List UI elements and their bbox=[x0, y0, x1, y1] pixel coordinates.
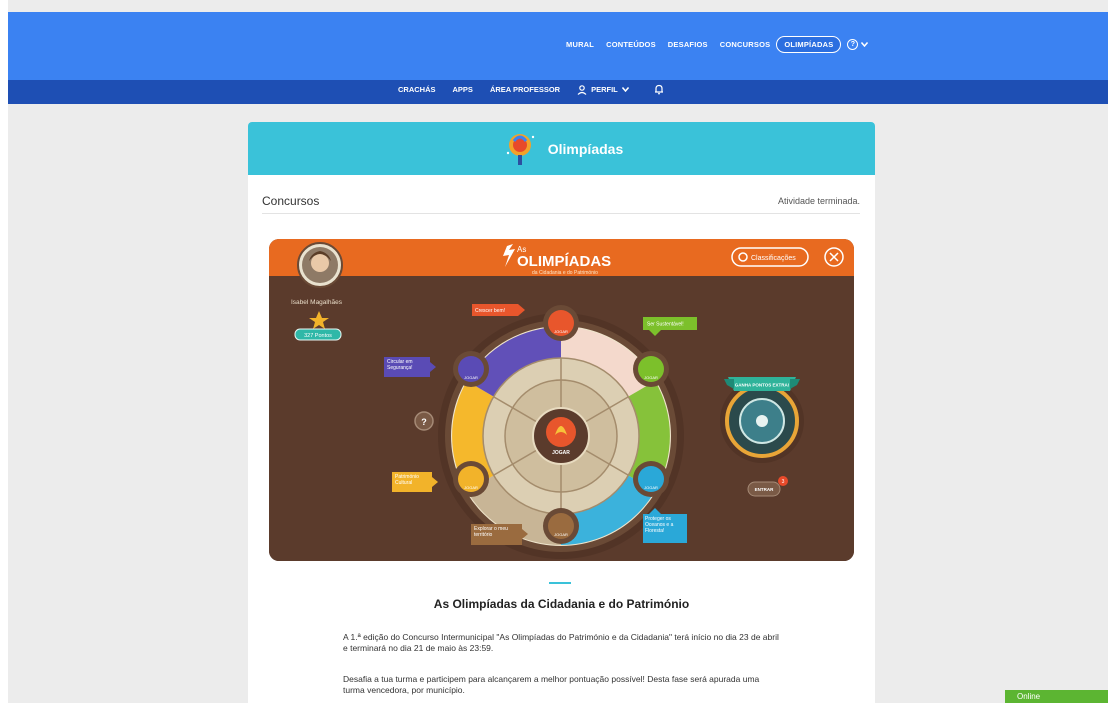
category-tag-crescer: Crescer bem! bbox=[472, 304, 525, 316]
main-nav: MURAL CONTEÚDOS DESAFIOS CONCURSOS OLIMP… bbox=[560, 36, 869, 53]
user-name: Isabel Magalhães bbox=[291, 299, 343, 306]
category-node-crescer[interactable]: JOGAR bbox=[543, 305, 579, 341]
category-tag-sustentavel: Ser Sustentável! bbox=[643, 317, 697, 336]
center-play-label[interactable]: JOGAR bbox=[552, 450, 570, 456]
section-header: Concursos Atividade terminada. bbox=[262, 188, 860, 214]
tag-label: Circular em Segurança! bbox=[387, 359, 413, 371]
article-paragraph-2: Desafia a tua turma e participem para al… bbox=[343, 674, 760, 695]
right-margin bbox=[1108, 0, 1116, 703]
card-title: Olimpíadas bbox=[547, 140, 624, 157]
play-label: JOGAR bbox=[554, 532, 568, 537]
category-tag-patrimonio: Património Cultural bbox=[392, 472, 438, 492]
nav-item-olimpiadas[interactable]: OLIMPÍADAS bbox=[776, 36, 842, 53]
subnav-item-crachas[interactable]: CRACHÁS bbox=[398, 85, 453, 94]
tag-label: Ser Sustentável! bbox=[647, 322, 684, 328]
avatar bbox=[297, 242, 343, 288]
article-paragraph-1: A 1.ª edição do Concurso Intermunicipal … bbox=[343, 632, 779, 653]
category-node-circular[interactable]: JOGAR bbox=[453, 351, 489, 387]
game-logo: As OLIMPÍADAS da Cidadania e do Patrimón… bbox=[503, 244, 611, 276]
card-header: Olimpíadas bbox=[248, 122, 875, 175]
game-help-button[interactable]: ? bbox=[414, 411, 434, 431]
close-icon bbox=[829, 252, 839, 262]
section-title: Concursos bbox=[262, 193, 320, 208]
top-navigation-bar bbox=[8, 12, 1108, 80]
logo-title: OLIMPÍADAS bbox=[517, 253, 611, 270]
olympiads-card: Olimpíadas Concursos Atividade terminada… bbox=[248, 122, 875, 703]
category-node-oceanos[interactable]: JOGAR bbox=[633, 461, 669, 497]
nav-item-mural[interactable]: MURAL bbox=[560, 40, 600, 49]
section-divider bbox=[549, 582, 571, 584]
tag-label: Património Cultural bbox=[395, 474, 419, 486]
question-circle-icon: ? bbox=[847, 39, 859, 50]
tag-label: Crescer bem! bbox=[475, 308, 505, 314]
rankings-label: Classificações bbox=[751, 255, 796, 262]
game-illustration: As OLIMPÍADAS da Cidadania e do Patrimón… bbox=[291, 242, 844, 559]
medal-icon bbox=[738, 252, 748, 262]
category-node-patrimonio[interactable]: JOGAR bbox=[453, 461, 489, 497]
subnav-item-area-professor[interactable]: ÁREA PROFESSOR bbox=[490, 85, 577, 94]
rankings-button[interactable]: Classificações bbox=[731, 247, 809, 267]
play-label: JOGAR bbox=[644, 375, 658, 380]
close-game-button[interactable] bbox=[824, 247, 844, 267]
tag-label: Proteger os Oceanos e a Floresta! bbox=[645, 516, 674, 534]
extra-points-wheel bbox=[720, 377, 804, 463]
play-label: JOGAR bbox=[464, 375, 478, 380]
user-icon bbox=[577, 84, 587, 95]
play-label: JOGAR bbox=[554, 329, 568, 334]
chevron-down-icon bbox=[621, 87, 629, 92]
points-label: 327 Pontos bbox=[304, 333, 332, 339]
nav-item-desafios[interactable]: DESAFIOS bbox=[662, 40, 714, 49]
chevron-down-icon bbox=[861, 42, 869, 47]
play-label: JOGAR bbox=[464, 485, 478, 490]
enter-label: ENTRAR bbox=[755, 487, 774, 492]
notifications-button[interactable] bbox=[646, 84, 681, 95]
nav-item-conteudos[interactable]: CONTEÚDOS bbox=[600, 40, 662, 49]
play-label: JOGAR bbox=[644, 485, 658, 490]
help-mark: ? bbox=[421, 417, 427, 427]
online-chat-button[interactable]: Online bbox=[1005, 690, 1108, 703]
star-icon bbox=[309, 311, 329, 329]
logo-subtitle: da Cidadania e do Património bbox=[532, 270, 598, 276]
left-margin bbox=[0, 0, 8, 703]
game-panel: As OLIMPÍADAS da Cidadania e do Patrimón… bbox=[269, 239, 854, 561]
help-menu[interactable]: ? bbox=[847, 39, 869, 50]
bell-icon bbox=[654, 84, 663, 95]
category-tag-territorio: Explorar o meu território bbox=[471, 524, 528, 545]
category-tag-circular: Circular em Segurança! bbox=[384, 357, 436, 377]
profile-label: PERFIL bbox=[591, 85, 618, 94]
status-text: Atividade terminada. bbox=[777, 195, 860, 206]
profile-menu[interactable]: PERFIL bbox=[577, 84, 646, 95]
enter-button[interactable]: ENTRAR 3 bbox=[747, 476, 788, 497]
extra-points-banner: GANHA PONTOS EXTRA! bbox=[735, 383, 790, 388]
article-title: As Olimpíadas da Cidadania e do Patrimón… bbox=[433, 597, 690, 611]
torch-logo-icon bbox=[506, 133, 534, 165]
category-node-territorio[interactable]: JOGAR bbox=[543, 508, 579, 544]
category-node-sustentavel[interactable]: JOGAR bbox=[633, 351, 669, 387]
enter-badge-count: 3 bbox=[782, 479, 785, 485]
tag-label: Explorar o meu território bbox=[474, 526, 508, 538]
nav-item-concursos[interactable]: CONCURSOS bbox=[714, 40, 777, 49]
subnav-item-apps[interactable]: APPS bbox=[453, 85, 490, 94]
secondary-nav: CRACHÁS APPS ÁREA PROFESSOR PERFIL bbox=[398, 84, 681, 95]
